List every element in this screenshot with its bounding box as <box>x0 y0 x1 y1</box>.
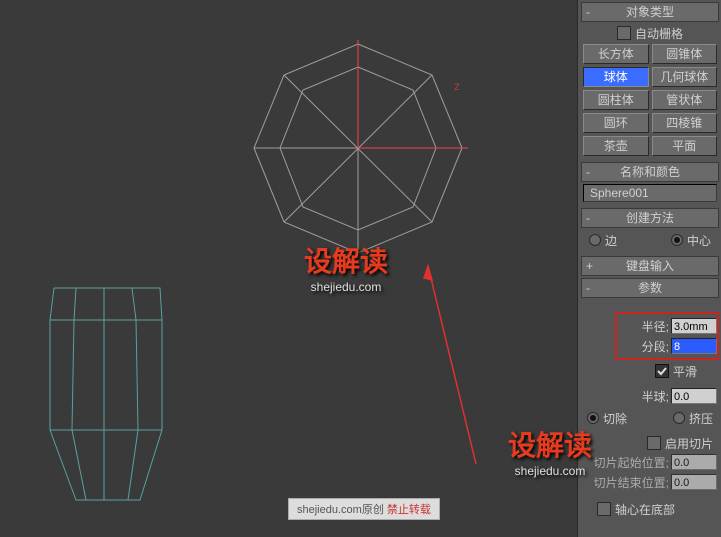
smooth-checkbox[interactable] <box>655 364 669 378</box>
slice-to-label: 切片结束位置; <box>594 474 669 491</box>
rollout-params-header[interactable]: - 参数 <box>581 278 719 298</box>
radio-squash-label: 挤压 <box>689 410 713 427</box>
command-panel: - 对象类型 自动栅格 长方体 圆锥体 球体 几何球体 圆柱体 管状体 圆环 四… <box>579 0 721 537</box>
rollout-name-color-header[interactable]: - 名称和颜色 <box>581 162 719 182</box>
rollout-creation-body: 边 中心 <box>579 228 721 254</box>
slice-to-spinner[interactable]: 0.0 <box>671 474 717 490</box>
collapse-icon: - <box>586 279 590 297</box>
btn-plane[interactable]: 平面 <box>652 136 718 156</box>
rollout-object-type-body: 自动栅格 长方体 圆锥体 球体 几何球体 圆柱体 管状体 圆环 四棱锥 茶壶 平… <box>579 22 721 160</box>
watermark-footer: shejiedu.com原创 禁止转载 <box>288 498 440 520</box>
rollout-title: 对象类型 <box>626 5 674 19</box>
radio-edge[interactable] <box>589 234 601 246</box>
radio-squash[interactable] <box>673 412 685 424</box>
segments-spinner[interactable]: 8 <box>671 338 717 354</box>
base-pivot-label: 轴心在底部 <box>615 501 675 518</box>
slice-from-label: 切片起始位置; <box>594 454 669 471</box>
collapse-icon: - <box>586 163 590 181</box>
rollout-keyboard-header[interactable]: + 键盘输入 <box>581 256 719 276</box>
rollout-params-body: 半径; 3.0mm 分段; 8 平滑 半球; 0.0 切除 挤压 <box>579 298 721 522</box>
rollout-object-type-header[interactable]: - 对象类型 <box>581 2 719 22</box>
radius-spinner[interactable]: 3.0mm <box>671 318 717 334</box>
btn-pyramid[interactable]: 四棱锥 <box>652 113 718 133</box>
autogrid-checkbox[interactable] <box>617 26 631 40</box>
expand-icon: + <box>586 257 593 275</box>
rollout-title: 键盘输入 <box>626 259 674 273</box>
viewport[interactable]: z <box>0 0 579 537</box>
slice-on-label: 启用切片 <box>665 435 713 452</box>
slice-on-checkbox[interactable] <box>647 436 661 450</box>
smooth-label: 平滑 <box>673 363 697 380</box>
base-pivot-checkbox[interactable] <box>597 502 611 516</box>
segments-label: 分段; <box>642 338 669 355</box>
rollout-name-color-body <box>579 182 721 206</box>
btn-sphere[interactable]: 球体 <box>583 67 649 87</box>
slice-from-spinner[interactable]: 0.0 <box>671 454 717 470</box>
rollout-title: 创建方法 <box>626 211 674 225</box>
rollout-title: 名称和颜色 <box>620 165 680 179</box>
hemi-spinner[interactable]: 0.0 <box>671 388 717 404</box>
btn-cone[interactable]: 圆锥体 <box>652 44 718 64</box>
radio-chop[interactable] <box>587 412 599 424</box>
rollout-creation-header[interactable]: - 创建方法 <box>581 208 719 228</box>
object-name-input[interactable] <box>583 184 717 202</box>
collapse-icon: - <box>586 3 590 21</box>
hemi-label: 半球; <box>642 388 669 405</box>
btn-teapot[interactable]: 茶壶 <box>583 136 649 156</box>
svg-text:z: z <box>454 79 460 93</box>
rollout-title: 参数 <box>638 281 662 295</box>
radio-edge-label: 边 <box>605 232 617 249</box>
radio-center[interactable] <box>671 234 683 246</box>
radio-chop-label: 切除 <box>603 410 627 427</box>
btn-box[interactable]: 长方体 <box>583 44 649 64</box>
btn-geosphere[interactable]: 几何球体 <box>652 67 718 87</box>
collapse-icon: - <box>586 209 590 227</box>
radio-center-label: 中心 <box>687 232 711 249</box>
viewport-wireframe: z <box>0 0 577 537</box>
autogrid-label: 自动栅格 <box>635 25 683 42</box>
radius-label: 半径; <box>642 318 669 335</box>
btn-tube[interactable]: 管状体 <box>652 90 718 110</box>
btn-torus[interactable]: 圆环 <box>583 113 649 133</box>
btn-cylinder[interactable]: 圆柱体 <box>583 90 649 110</box>
primitive-buttons: 长方体 圆锥体 球体 几何球体 圆柱体 管状体 圆环 四棱锥 茶壶 平面 <box>583 44 717 156</box>
